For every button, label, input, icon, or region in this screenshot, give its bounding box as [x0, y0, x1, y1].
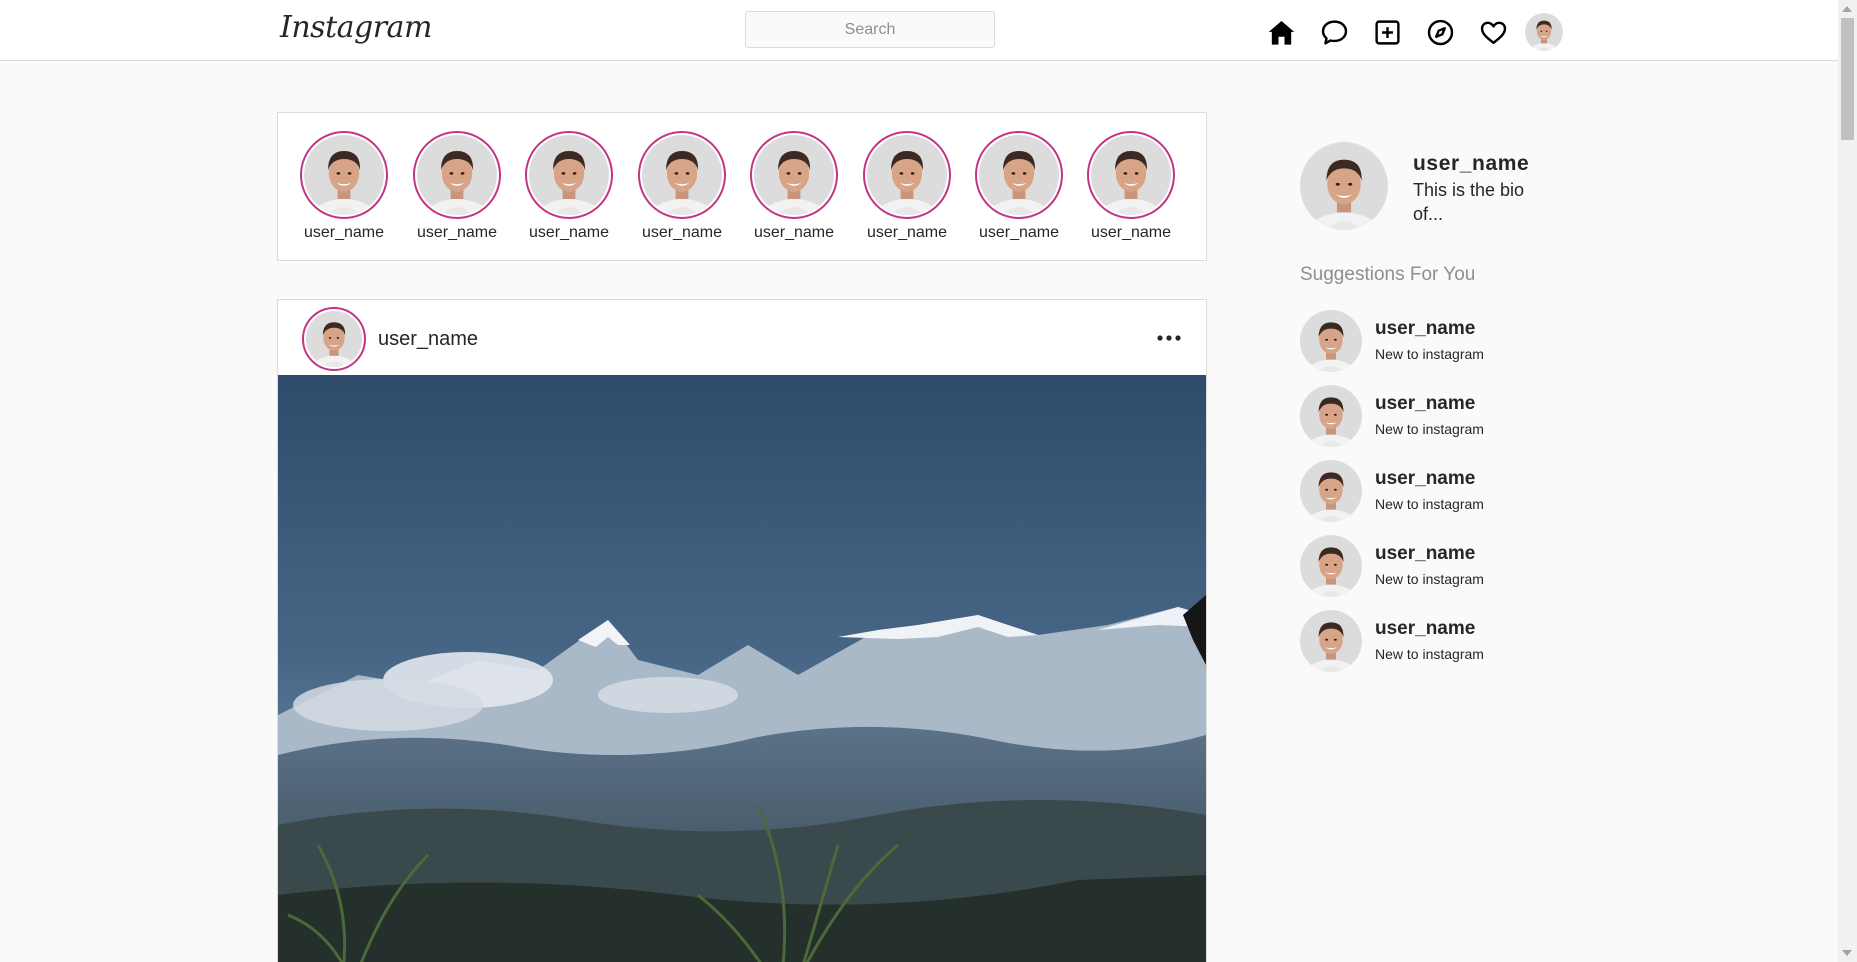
suggestion-item[interactable]: user_name New to instagram — [1300, 535, 1600, 610]
search-input[interactable] — [745, 11, 995, 48]
story-item[interactable]: user_name — [632, 131, 732, 242]
suggestion-item[interactable]: user_name New to instagram — [1300, 385, 1600, 460]
story-username: user_name — [528, 224, 610, 241]
story-avatar — [300, 131, 388, 219]
suggestion-username[interactable]: user_name — [1375, 543, 1475, 565]
suggestion-username[interactable]: user_name — [1375, 618, 1475, 640]
page-scrollbar[interactable] — [1838, 0, 1857, 962]
stories-bar: user_name user_name user_name user_name … — [277, 112, 1207, 261]
story-username: user_name — [1090, 224, 1172, 241]
story-username: user_name — [303, 224, 385, 241]
story-avatar — [863, 131, 951, 219]
story-avatar — [638, 131, 726, 219]
suggestion-subtitle: New to instagram — [1375, 421, 1484, 437]
explore-icon[interactable] — [1423, 15, 1457, 49]
instagram-logo[interactable]: Instagram — [280, 10, 432, 45]
story-avatar — [975, 131, 1063, 219]
suggestion-username[interactable]: user_name — [1375, 393, 1475, 415]
activity-heart-icon[interactable] — [1476, 15, 1510, 49]
suggestion-subtitle: New to instagram — [1375, 571, 1484, 587]
story-item[interactable]: user_name — [407, 131, 507, 242]
create-post-icon[interactable] — [1370, 15, 1404, 49]
story-username: user_name — [866, 224, 948, 241]
suggestion-item[interactable]: user_name New to instagram — [1300, 610, 1600, 685]
suggestion-subtitle: New to instagram — [1375, 496, 1484, 512]
scrollbar-thumb[interactable] — [1841, 18, 1854, 140]
home-icon[interactable] — [1264, 15, 1298, 49]
suggestion-avatar[interactable] — [1300, 310, 1362, 372]
current-user-avatar[interactable] — [1300, 142, 1388, 230]
story-item[interactable]: user_name — [1081, 131, 1181, 242]
nav-icons — [1264, 13, 1563, 51]
post-header: user_name — [278, 300, 1206, 375]
suggestion-avatar[interactable] — [1300, 535, 1362, 597]
story-item[interactable]: user_name — [519, 131, 619, 242]
suggestion-username[interactable]: user_name — [1375, 468, 1475, 490]
suggestion-avatar[interactable] — [1300, 385, 1362, 447]
story-username: user_name — [978, 224, 1060, 241]
current-user-bio: This is the bio of... — [1413, 180, 1525, 224]
scroll-down-arrow-icon[interactable] — [1842, 950, 1852, 956]
story-item[interactable]: user_name — [744, 131, 844, 242]
messages-icon[interactable] — [1317, 15, 1351, 49]
story-username: user_name — [416, 224, 498, 241]
profile-avatar[interactable] — [1525, 13, 1563, 51]
story-item[interactable]: user_name — [969, 131, 1069, 242]
story-avatar — [1087, 131, 1175, 219]
suggestion-subtitle: New to instagram — [1375, 346, 1484, 362]
suggestion-subtitle: New to instagram — [1375, 646, 1484, 662]
top-navbar: Instagram — [0, 0, 1838, 61]
scroll-up-arrow-icon[interactable] — [1842, 6, 1852, 12]
story-avatar — [413, 131, 501, 219]
post-author-username[interactable]: user_name — [378, 328, 478, 351]
post-author-avatar[interactable] — [302, 307, 366, 371]
suggestion-avatar[interactable] — [1300, 610, 1362, 672]
story-username: user_name — [641, 224, 723, 241]
suggestion-avatar[interactable] — [1300, 460, 1362, 522]
suggestion-item[interactable]: user_name New to instagram — [1300, 460, 1600, 535]
story-item[interactable]: user_name — [857, 131, 957, 242]
suggestion-item[interactable]: user_name New to instagram — [1300, 310, 1600, 385]
current-user-username[interactable]: user_name — [1413, 152, 1529, 176]
suggestions-title: Suggestions For You — [1300, 264, 1476, 285]
more-options-icon[interactable] — [1154, 326, 1184, 350]
story-item[interactable]: user_name — [294, 131, 394, 242]
suggestions-list: user_name New to instagram user_name New… — [1300, 310, 1600, 685]
story-avatar — [750, 131, 838, 219]
story-avatar — [525, 131, 613, 219]
story-username: user_name — [753, 224, 835, 241]
suggestion-username[interactable]: user_name — [1375, 318, 1475, 340]
feed-post: user_name — [277, 299, 1207, 962]
post-image[interactable] — [278, 375, 1206, 962]
